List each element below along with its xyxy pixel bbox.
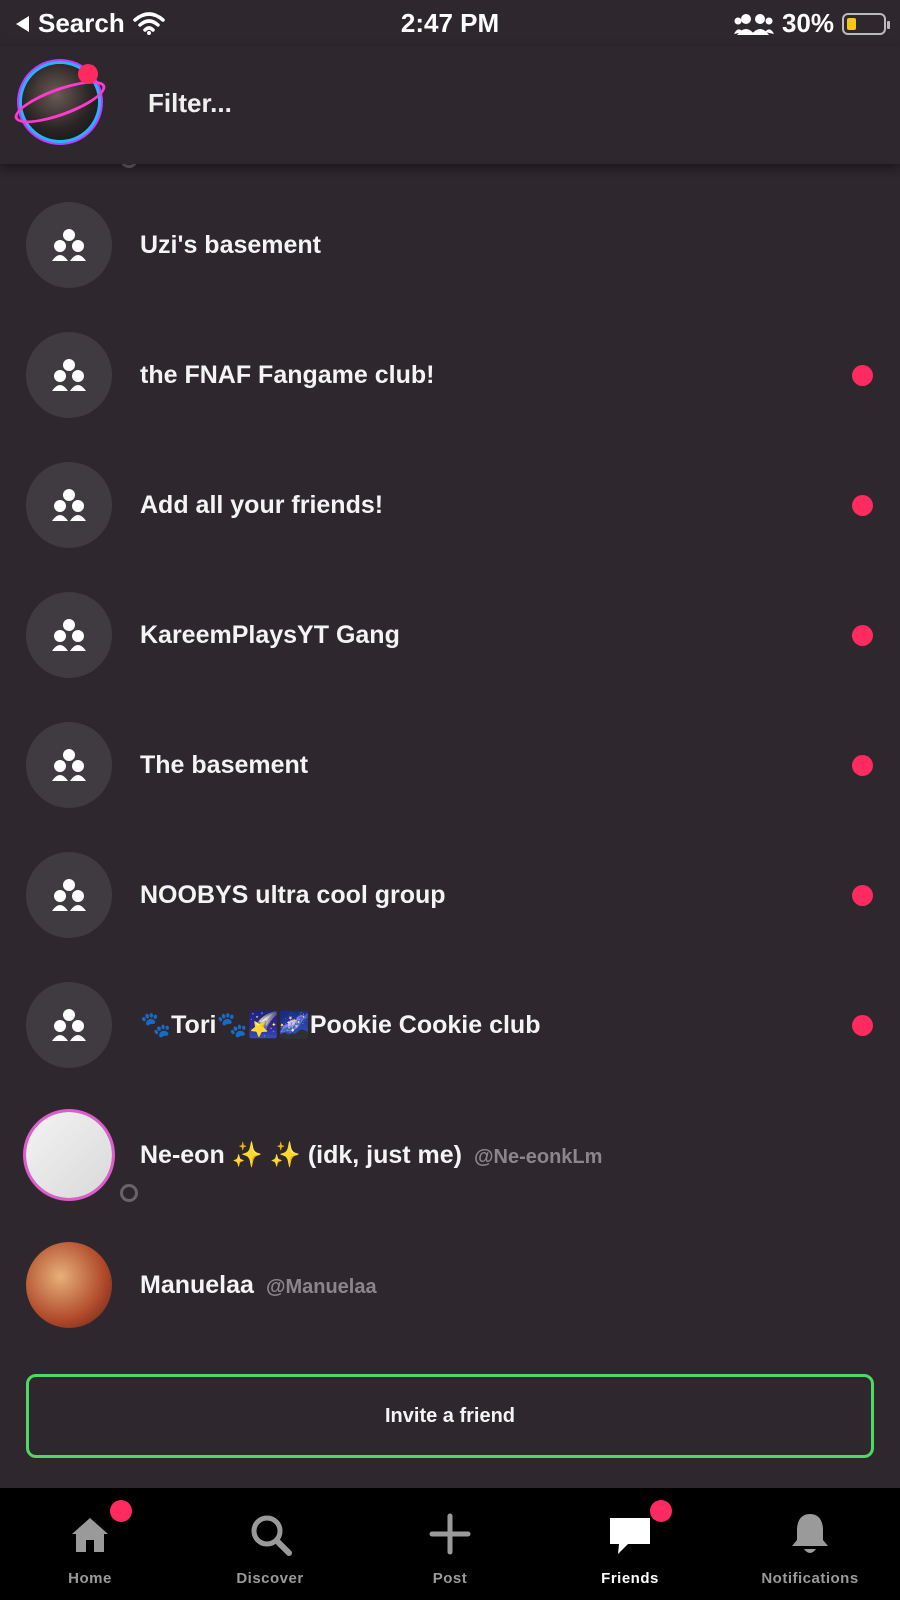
user-avatar	[26, 1112, 138, 1202]
list-item[interactable]: the FNAF Fangame club!	[0, 310, 900, 440]
user-handle: @Ne-eonkLm	[474, 1146, 603, 1168]
tab-post[interactable]: Post	[360, 1488, 540, 1600]
unread-dot	[852, 495, 873, 516]
group-name: NOOBYS ultra cool group	[140, 881, 446, 909]
invite-area: Invite a friend	[0, 1348, 900, 1488]
user-row-text: Manuelaa @Manuelaa	[140, 1220, 377, 1348]
unread-dot	[852, 885, 873, 906]
group-avatar	[26, 852, 112, 938]
user-name: Manuelaa	[140, 1271, 254, 1299]
group-avatar	[26, 592, 112, 678]
bell-icon	[792, 1514, 828, 1553]
unread-dot	[852, 1015, 873, 1036]
profile-notification-dot	[78, 64, 98, 84]
group-icon	[52, 359, 86, 391]
tab-label: Post	[432, 1570, 468, 1587]
user-row-text: Ne-eon ✨ ✨ (idk, just me) @Ne-eonkLm	[140, 1090, 602, 1220]
group-name: the FNAF Fangame club!	[140, 361, 435, 389]
people-icon	[733, 13, 774, 35]
filter-input[interactable]: Filter...	[148, 88, 232, 119]
group-name: Add all your friends!	[140, 491, 384, 519]
group-icon	[52, 489, 86, 521]
list-item[interactable]: The basement	[0, 700, 900, 830]
chat-list[interactable]: Uzi's basement the FNAF Fangame club! Ad…	[0, 164, 900, 1348]
status-bar: Search 2:47 PM 30%	[0, 0, 900, 46]
status-right: 30%	[733, 8, 890, 39]
presence-indicator	[120, 1184, 138, 1202]
tab-notifications[interactable]: Notifications	[720, 1488, 900, 1600]
home-icon	[72, 1518, 108, 1552]
group-icon	[52, 229, 86, 261]
list-item[interactable]: Add all your friends!	[0, 440, 900, 570]
header: Filter...	[0, 46, 900, 164]
list-item[interactable]: KareemPlaysYT Gang	[0, 570, 900, 700]
group-icon	[52, 749, 86, 781]
list-item[interactable]: Uzi's basement	[0, 180, 900, 310]
group-avatar	[26, 202, 112, 288]
friends-badge	[650, 1500, 672, 1522]
group-avatar	[26, 332, 112, 418]
tab-friends[interactable]: Friends	[540, 1488, 720, 1600]
list-item[interactable]: 🐾Tori🐾🌠🌌Pookie Cookie club	[0, 960, 900, 1090]
group-icon	[52, 1009, 86, 1041]
invite-friend-button[interactable]: Invite a friend	[26, 1374, 874, 1458]
tab-label: Home	[68, 1570, 112, 1587]
home-badge	[110, 1500, 132, 1522]
group-name: KareemPlaysYT Gang	[140, 621, 400, 649]
group-icon	[52, 879, 86, 911]
user-handle: @Manuelaa	[265, 1276, 377, 1298]
tab-discover[interactable]: Discover	[180, 1488, 360, 1600]
battery-percent: 30%	[781, 8, 834, 38]
list-item[interactable]: Ne-eon ✨ ✨ (idk, just me) @Ne-eonkLm	[0, 1090, 900, 1220]
tab-bar: Home Discover Post Friends Notifications	[0, 1488, 900, 1600]
group-name: Uzi's basement	[140, 231, 322, 259]
battery-icon	[842, 12, 890, 35]
group-icon	[52, 619, 86, 651]
list-item[interactable]: Manuelaa @Manuelaa	[0, 1220, 900, 1348]
tab-label: Discover	[236, 1570, 304, 1587]
user-avatar	[26, 1242, 112, 1328]
user-name: Ne-eon ✨ ✨ (idk, just me)	[140, 1141, 463, 1169]
tab-label: Notifications	[761, 1570, 859, 1587]
group-name: 🐾Tori🐾🌠🌌Pookie Cookie club	[140, 1011, 541, 1039]
plus-icon	[429, 1513, 471, 1555]
list-item[interactable]: NOOBYS ultra cool group	[0, 830, 900, 960]
chat-icon	[610, 1518, 650, 1554]
unread-dot	[852, 625, 873, 646]
group-name: The basement	[140, 751, 309, 779]
tab-label: Friends	[601, 1570, 659, 1587]
presence-indicator	[120, 164, 138, 168]
group-avatar	[26, 982, 112, 1068]
unread-dot	[852, 755, 873, 776]
tab-home[interactable]: Home	[0, 1488, 180, 1600]
group-avatar	[26, 722, 112, 808]
group-avatar	[26, 462, 112, 548]
unread-dot	[852, 365, 873, 386]
search-icon	[251, 1515, 292, 1556]
